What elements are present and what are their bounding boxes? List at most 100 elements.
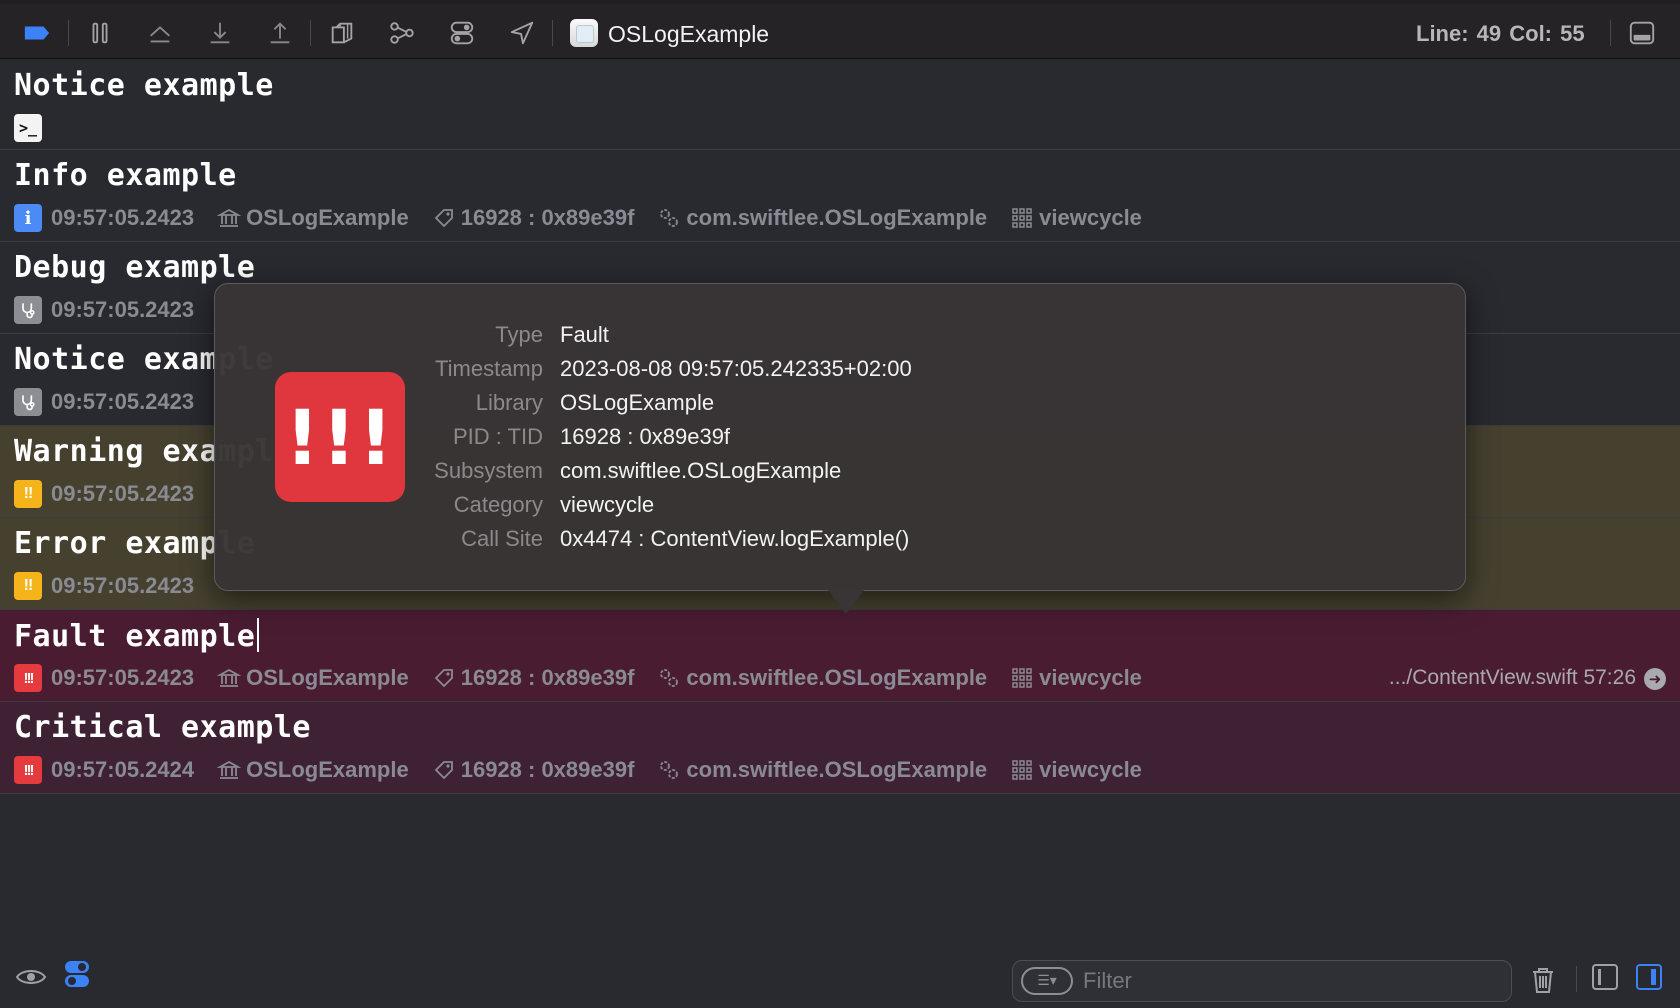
log-message: Info example — [14, 158, 237, 193]
detail-label: Call Site — [461, 526, 543, 551]
library-icon — [216, 757, 242, 783]
tag-icon — [431, 205, 457, 231]
log-row-notice[interactable]: Notice example >_ — [0, 60, 1680, 150]
info-badge-icon: i — [14, 204, 42, 232]
log-pid-tid: 16928 : 0x89e39f — [460, 757, 635, 782]
category-grid-icon — [1009, 665, 1035, 691]
terminal-icon: >_ — [14, 114, 42, 142]
log-library: OSLogExample — [246, 665, 409, 690]
detail-value: OSLogExample — [560, 390, 715, 415]
subsystem-gears-icon — [656, 205, 682, 231]
log-subsystem: com.swiftlee.OSLogExample — [686, 665, 988, 690]
log-meta: >_ — [14, 114, 51, 142]
filter-options-icon[interactable]: ☰▾ — [1021, 967, 1073, 995]
show-console-view-icon[interactable] — [1636, 964, 1662, 990]
log-message: Notice example — [14, 68, 274, 103]
log-timestamp: 09:57:05.2423 — [51, 297, 195, 322]
log-meta: !! 09:57:05.2423 — [14, 480, 194, 508]
detail-value: com.swiftlee.OSLogExample — [560, 458, 842, 483]
log-message: Fault example — [14, 618, 260, 654]
fault-badge-icon: !!! — [14, 756, 42, 784]
log-library: OSLogExample — [246, 757, 409, 782]
detail-row-call-site: Call Site 0x4474 : ContentView.logExample… — [415, 522, 912, 556]
eye-icon[interactable] — [14, 960, 48, 994]
console-bottom-bar: ☰▾ — [0, 948, 1680, 1008]
log-timestamp: 09:57:05.2423 — [51, 665, 195, 690]
log-row-info[interactable]: Info example i 09:57:05.2423 OSLogExampl… — [0, 150, 1680, 242]
log-library: OSLogExample — [246, 205, 409, 230]
stethoscope-icon — [14, 388, 42, 416]
log-category: viewcycle — [1039, 665, 1142, 690]
detail-value: viewcycle — [560, 492, 655, 517]
log-meta: i 09:57:05.2423 OSLogExample 16928 : 0x8… — [14, 204, 1142, 232]
log-meta: !!! 09:57:05.2424 OSLogExample 16928 : 0… — [14, 756, 1142, 784]
step-out-icon[interactable] — [265, 18, 295, 48]
filter-field[interactable]: ☰▾ — [1012, 960, 1512, 1002]
environment-overrides-icon[interactable] — [447, 18, 477, 48]
detail-row-type: Type Fault — [415, 318, 912, 352]
stethoscope-icon — [14, 296, 42, 324]
log-timestamp: 09:57:05.2423 — [51, 389, 195, 414]
tag-icon — [431, 757, 457, 783]
log-pid-tid: 16928 : 0x89e39f — [460, 665, 635, 690]
target-name[interactable]: OSLogExample — [608, 21, 769, 48]
bottom-divider — [1576, 966, 1577, 992]
detail-row-subsystem: Subsystem com.swiftlee.OSLogExample — [415, 454, 912, 488]
toolbar-divider — [552, 20, 553, 46]
tag-icon — [431, 665, 457, 691]
log-meta: 09:57:05.2423 — [14, 296, 194, 324]
metadata-options-icon[interactable] — [64, 958, 90, 990]
breakpoints-toggle-icon[interactable] — [22, 18, 52, 48]
jump-to-source-icon[interactable]: ➜ — [1644, 668, 1666, 690]
toolbar-divider — [310, 20, 311, 46]
log-row-fault[interactable]: Fault example !!! 09:57:05.2423 OSLogExa… — [0, 610, 1680, 702]
detail-label: Type — [495, 322, 543, 347]
detail-row-timestamp: Timestamp 2023-08-08 09:57:05.242335+02:0… — [415, 352, 912, 386]
error-badge-icon: !! — [14, 572, 42, 600]
view-hierarchy-icon[interactable] — [327, 18, 357, 48]
log-meta: !!! 09:57:05.2423 OSLogExample 16928 : 0… — [14, 664, 1142, 692]
debug-toolbar: OSLogExample Line: 49 Col: 55 — [0, 4, 1680, 59]
toolbar-divider — [68, 20, 69, 46]
step-into-icon[interactable] — [205, 18, 235, 48]
library-icon — [216, 205, 242, 231]
log-timestamp: 09:57:05.2423 — [51, 205, 195, 230]
show-variables-view-icon[interactable] — [1592, 964, 1618, 990]
log-pid-tid: 16928 : 0x89e39f — [460, 205, 635, 230]
text-cursor — [257, 618, 260, 652]
detail-value: 16928 : 0x89e39f — [560, 424, 731, 449]
hide-debug-area-icon[interactable] — [1627, 18, 1657, 48]
subsystem-gears-icon — [656, 665, 682, 691]
filter-input[interactable] — [1083, 968, 1483, 994]
log-detail-popover: !!! Type Fault Timestamp 2023-08-08 09:57:… — [214, 283, 1466, 591]
popover-arrow — [828, 590, 864, 614]
detail-label: Library — [475, 390, 543, 415]
library-icon — [216, 665, 242, 691]
fault-large-icon: !!! — [275, 372, 405, 502]
detail-value: Fault — [560, 322, 609, 347]
detail-label: Timestamp — [435, 356, 543, 381]
call-site-link[interactable]: .../ContentView.swift 57:26 — [1389, 666, 1636, 690]
detail-row-library: Library OSLogExample — [415, 386, 912, 420]
step-over-icon[interactable] — [145, 18, 175, 48]
memory-graph-icon[interactable] — [387, 18, 417, 48]
toolbar-divider — [1610, 20, 1611, 46]
log-row-critical[interactable]: Critical example !!! 09:57:05.2424 OSLog… — [0, 702, 1680, 794]
fault-icon-glyph: !!! — [285, 392, 395, 482]
trash-icon[interactable] — [1528, 964, 1558, 996]
category-grid-icon — [1009, 205, 1035, 231]
detail-label: Subsystem — [434, 458, 543, 483]
pause-icon[interactable] — [85, 18, 115, 48]
detail-value: 2023-08-08 09:57:05.242335+02:00 — [560, 356, 912, 381]
log-category: viewcycle — [1039, 757, 1142, 782]
category-grid-icon — [1009, 757, 1035, 783]
simulate-location-icon[interactable] — [507, 18, 537, 48]
fault-badge-icon: !!! — [14, 664, 42, 692]
log-meta: !! 09:57:05.2423 — [14, 572, 194, 600]
log-message-text: Fault example — [14, 619, 256, 654]
app-icon — [570, 19, 598, 47]
log-subsystem: com.swiftlee.OSLogExample — [686, 757, 988, 782]
detail-value: 0x4474 : ContentView.logExample() — [560, 526, 910, 551]
detail-label: PID : TID — [452, 424, 543, 449]
log-timestamp: 09:57:05.2423 — [51, 573, 195, 598]
